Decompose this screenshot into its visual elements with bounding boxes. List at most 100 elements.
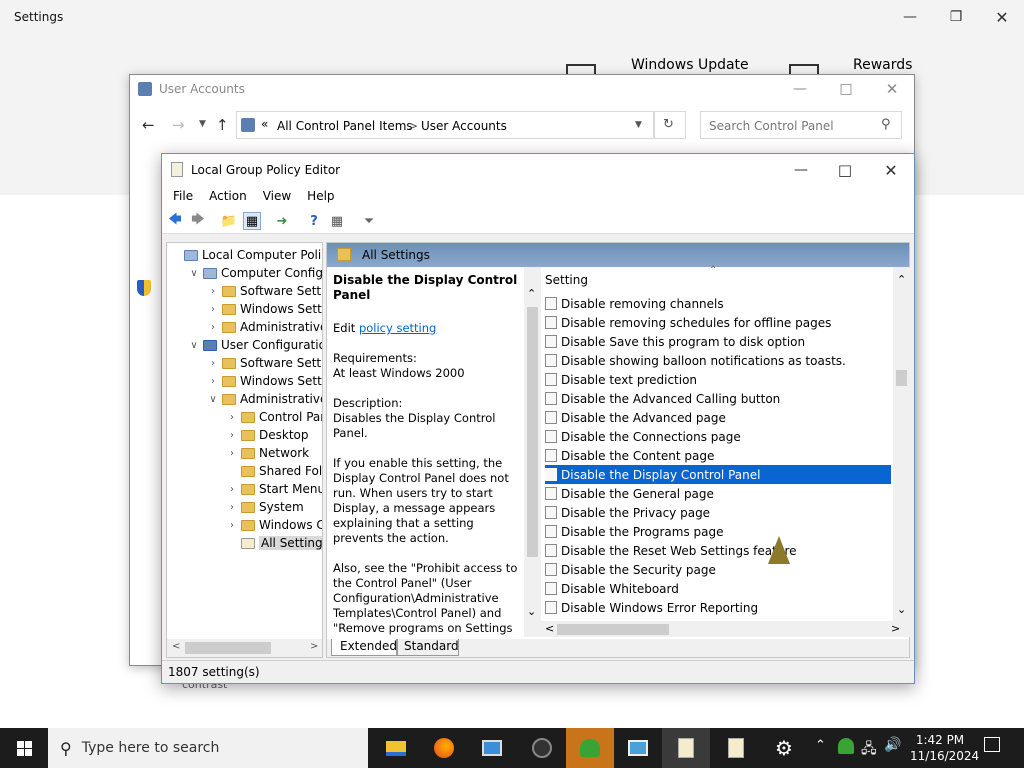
- notepad-taskbar-icon[interactable]: [712, 728, 760, 768]
- tree-scroll-left-icon[interactable]: <: [172, 641, 180, 652]
- tree-item[interactable]: › Windows Setting: [207, 300, 322, 318]
- expand-right-icon[interactable]: ›: [207, 322, 219, 333]
- list-scroll-right-icon[interactable]: >: [891, 622, 900, 635]
- settings-minimize-button[interactable]: —: [887, 2, 933, 32]
- tab-extended[interactable]: Extended: [331, 639, 397, 656]
- tile-windows-update[interactable]: Windows Update: [631, 57, 749, 73]
- tree-scroll-thumb[interactable]: [185, 642, 271, 654]
- ua-close-button[interactable]: ✕: [869, 75, 915, 103]
- terminal-icon[interactable]: [518, 728, 566, 768]
- settings-gear-icon[interactable]: ⚙: [760, 728, 808, 768]
- export-list-icon[interactable]: ➜: [273, 212, 291, 230]
- up-folder-icon[interactable]: 📁: [220, 212, 238, 230]
- tab-standard[interactable]: Standard: [397, 639, 459, 656]
- setting-row[interactable]: Disable the Content page: [545, 446, 891, 465]
- tree-item[interactable]: All Settings: [226, 534, 322, 552]
- setting-row[interactable]: Disable text prediction: [545, 370, 891, 389]
- tree-item[interactable]: › Control Panel: [226, 408, 322, 426]
- forward-arrow-icon[interactable]: →: [172, 116, 185, 134]
- tree-item[interactable]: Shared Folder: [226, 462, 322, 480]
- group-policy-taskbar-icon[interactable]: [662, 728, 710, 768]
- tree-item[interactable]: › Administrative Te: [207, 318, 322, 336]
- desc-scroll-thumb[interactable]: [527, 307, 538, 557]
- tree-item[interactable]: › Desktop: [226, 426, 309, 444]
- breadcrumb-user-accounts[interactable]: User Accounts: [421, 119, 507, 133]
- ua-minimize-button[interactable]: —: [777, 75, 823, 103]
- show-hidden-icons-chevron-icon[interactable]: ⌃: [815, 738, 826, 753]
- ua-maximize-button[interactable]: □: [823, 75, 869, 103]
- tree-horizontal-scrollbar[interactable]: < >: [167, 639, 322, 657]
- forward-icon[interactable]: 🡆: [189, 212, 207, 230]
- tree-item[interactable]: › System: [226, 498, 304, 516]
- file-explorer-icon[interactable]: [372, 728, 420, 768]
- setting-row[interactable]: Disable the Security page: [545, 560, 891, 579]
- setting-row[interactable]: Disable the Reset Web Settings feature: [545, 541, 891, 560]
- taskbar-search-box[interactable]: ⚲ Type here to search: [48, 728, 368, 768]
- gpe-minimize-button[interactable]: —: [778, 155, 824, 185]
- menu-view[interactable]: View: [255, 186, 299, 208]
- list-hscroll-thumb[interactable]: [557, 624, 669, 635]
- setting-row[interactable]: Disable removing channels: [545, 294, 891, 313]
- expand-down-icon[interactable]: ∨: [188, 268, 200, 279]
- expand-right-icon[interactable]: ›: [207, 286, 219, 297]
- menu-action[interactable]: Action: [201, 186, 255, 208]
- clock[interactable]: 1:42 PM 11/16/2024: [910, 732, 979, 764]
- control-panel-search-input[interactable]: Search Control Panel ⚲: [700, 111, 902, 139]
- setting-row[interactable]: Disable Whiteboard: [545, 579, 891, 598]
- desc-scroll-down-icon[interactable]: ⌄: [527, 605, 536, 618]
- address-dropdown-icon[interactable]: ▼: [635, 120, 642, 130]
- expand-right-icon[interactable]: ›: [226, 430, 238, 441]
- tree-item[interactable]: ∨ User Configuration: [188, 336, 322, 354]
- settings-close-button[interactable]: ✕: [979, 2, 1024, 32]
- expand-right-icon[interactable]: ›: [226, 484, 238, 495]
- notifications-icon[interactable]: [984, 737, 1000, 752]
- expand-right-icon[interactable]: ›: [226, 412, 238, 423]
- tree-item[interactable]: ∨ Computer Configura: [188, 264, 322, 282]
- show-hide-tree-icon[interactable]: ▦: [243, 212, 261, 230]
- tree-item[interactable]: › Windows Setting: [207, 372, 322, 390]
- desc-scroll-up-icon[interactable]: ⌃: [527, 287, 536, 300]
- tile-rewards[interactable]: Rewards: [853, 57, 912, 73]
- back-arrow-icon[interactable]: ←: [142, 116, 155, 134]
- expand-right-icon[interactable]: ›: [207, 358, 219, 369]
- tree-scroll-right-icon[interactable]: >: [310, 641, 318, 652]
- tree-item[interactable]: Local Computer Policy: [169, 246, 322, 264]
- breadcrumb-overflow[interactable]: «: [261, 117, 268, 131]
- edit-policy-link[interactable]: policy setting: [359, 321, 436, 335]
- list-scroll-down-icon[interactable]: ⌄: [897, 603, 906, 616]
- refresh-button[interactable]: ↻: [654, 111, 686, 139]
- filter-icon[interactable]: ⏷: [360, 212, 378, 230]
- firefox-icon[interactable]: [420, 728, 468, 768]
- tray-user-icon[interactable]: [838, 738, 854, 754]
- control-panel-icon[interactable]: [468, 728, 516, 768]
- expand-down-icon[interactable]: ∨: [207, 394, 219, 405]
- expand-down-icon[interactable]: ∨: [188, 340, 200, 351]
- list-vertical-scrollbar[interactable]: ⌃ ⌄: [893, 267, 910, 621]
- setting-row[interactable]: Disable the Privacy page: [545, 503, 891, 522]
- start-button[interactable]: [0, 728, 48, 768]
- address-bar[interactable]: « All Control Panel Items > User Account…: [236, 111, 654, 139]
- breadcrumb-control-panel[interactable]: All Control Panel Items: [277, 119, 413, 133]
- setting-row[interactable]: Disable removing schedules for offline p…: [545, 313, 891, 332]
- tree-item[interactable]: › Start Menu ar: [226, 480, 322, 498]
- menu-help[interactable]: Help: [299, 186, 342, 208]
- setting-row[interactable]: Disable Windows Error Reporting: [545, 598, 891, 617]
- expand-right-icon[interactable]: ›: [226, 520, 238, 531]
- back-icon[interactable]: 🡄: [166, 212, 184, 230]
- list-scroll-thumb[interactable]: [896, 370, 907, 386]
- setting-row[interactable]: Disable Save this program to disk option: [545, 332, 891, 351]
- expand-right-icon[interactable]: ›: [226, 448, 238, 459]
- setting-row[interactable]: Disable the Display Control Panel: [545, 465, 891, 484]
- list-horizontal-scrollbar[interactable]: < >: [541, 621, 910, 637]
- network-icon[interactable]: 🖧: [861, 738, 877, 762]
- tree-item[interactable]: › Network: [226, 444, 309, 462]
- setting-row[interactable]: Disable showing balloon notifications as…: [545, 351, 891, 370]
- user-accounts-taskbar-icon[interactable]: [566, 728, 614, 768]
- expand-right-icon[interactable]: ›: [207, 304, 219, 315]
- tree-item[interactable]: › Windows Cor: [226, 516, 322, 534]
- setting-row[interactable]: Disable the General page: [545, 484, 891, 503]
- setting-row[interactable]: Disable the Connections page: [545, 427, 891, 446]
- list-scroll-left-icon[interactable]: <: [545, 622, 554, 635]
- up-arrow-icon[interactable]: ↑: [216, 116, 229, 134]
- system-properties-icon[interactable]: [614, 728, 662, 768]
